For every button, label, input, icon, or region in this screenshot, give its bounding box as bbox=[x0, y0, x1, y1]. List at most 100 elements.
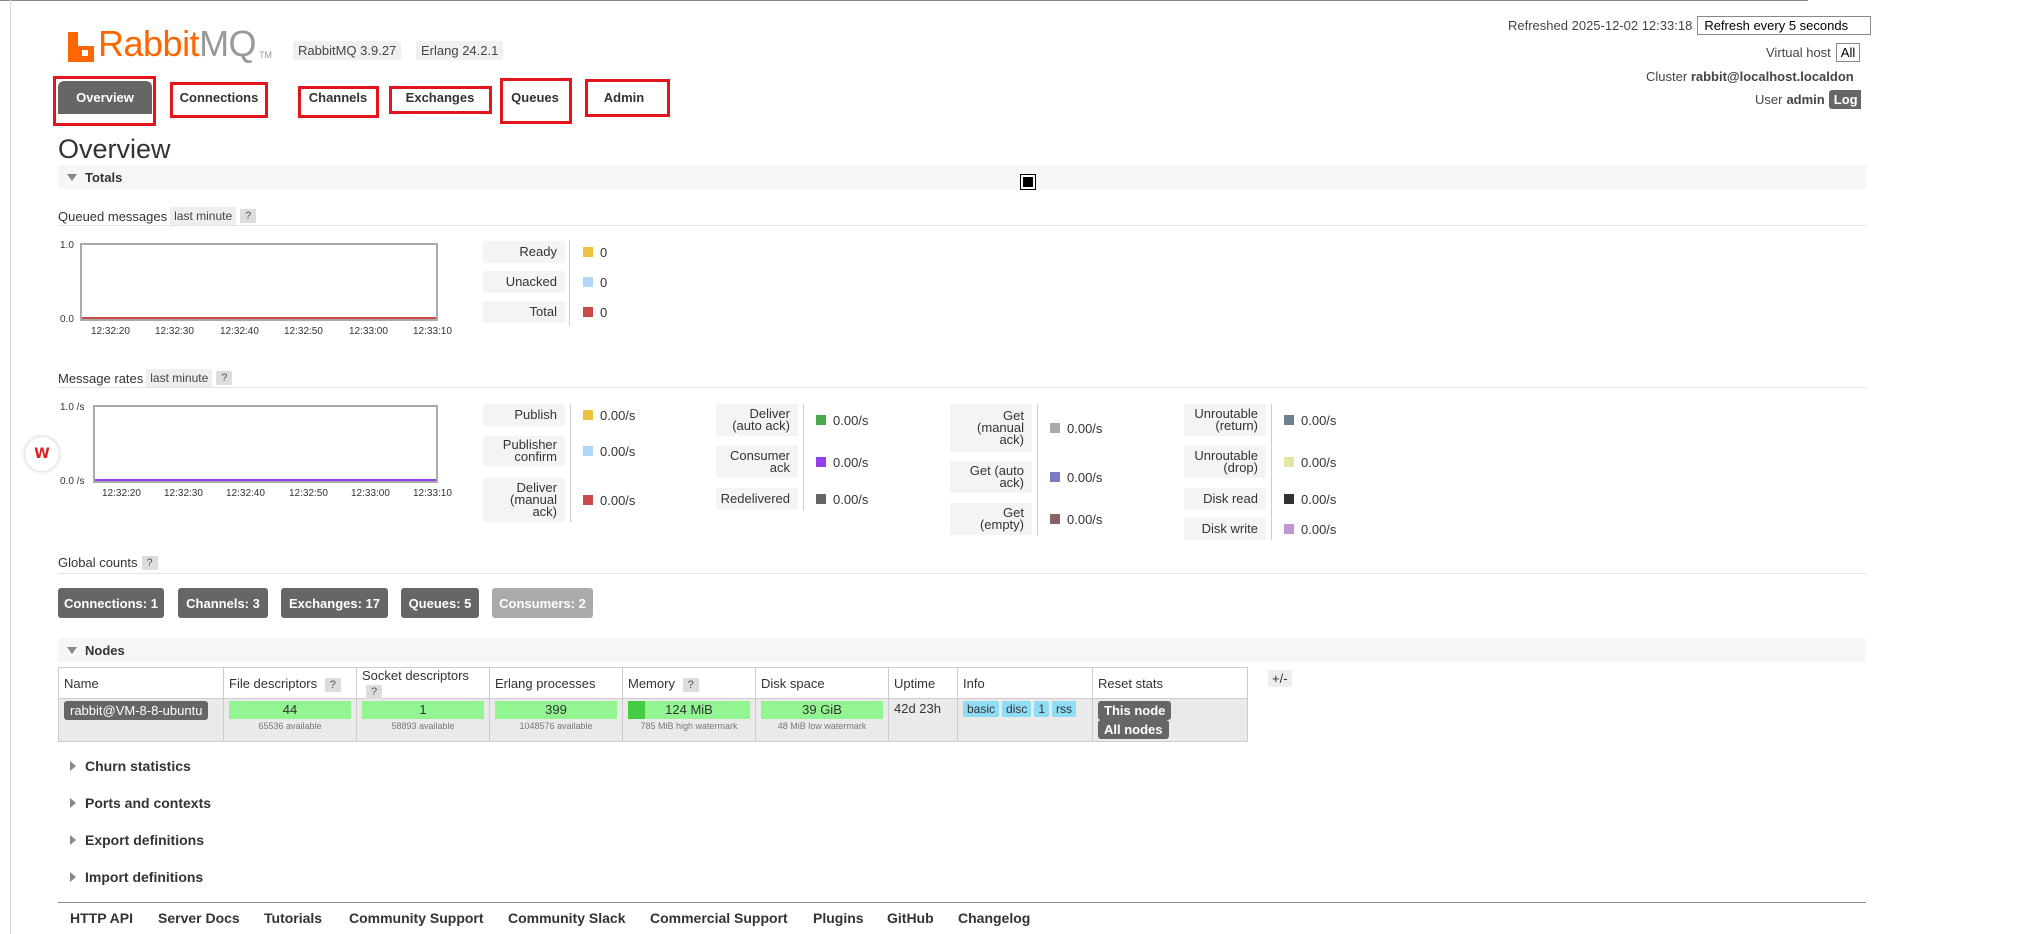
legend-swatch-icon bbox=[1284, 524, 1294, 534]
queued-range-chip[interactable]: last minute bbox=[170, 207, 237, 225]
legend-value: 0.00/s bbox=[816, 404, 868, 436]
user-info: User admin Log bbox=[1755, 90, 1861, 109]
footer-link-commercial-support[interactable]: Commercial Support bbox=[650, 910, 788, 926]
fd-value: 44 bbox=[229, 701, 351, 719]
queued-y-min: 0.0 bbox=[60, 314, 74, 325]
queued-series-line bbox=[82, 317, 436, 319]
footer-link-tutorials[interactable]: Tutorials bbox=[264, 910, 322, 926]
footer-link-changelog[interactable]: Changelog bbox=[958, 910, 1030, 926]
queues-count-button[interactable]: Queues: 5 bbox=[401, 588, 479, 618]
columns-toggle-button[interactable]: +/- bbox=[1268, 670, 1292, 687]
legend-value: 0.00/s bbox=[1284, 446, 1336, 478]
logo-text-rabbit: Rabbit bbox=[98, 23, 200, 64]
ep-available: 1048576 available bbox=[519, 721, 593, 731]
col-file-descriptors: File descriptors ? bbox=[223, 667, 357, 699]
collapsed-triangle-icon bbox=[70, 835, 76, 845]
legend-label: Consumer ack bbox=[716, 446, 798, 478]
disk-watermark: 48 MiB low watermark bbox=[777, 721, 867, 731]
divider bbox=[58, 387, 1866, 388]
tab-admin[interactable]: Admin bbox=[586, 81, 662, 114]
vhost-select[interactable]: All bbox=[1835, 43, 1860, 62]
rabbitmq-logo[interactable]: RabbitMQ TM bbox=[68, 18, 272, 62]
queued-help-button[interactable]: ? bbox=[240, 209, 257, 223]
legend-label: Ready bbox=[483, 241, 565, 263]
legend-label: Get (auto ack) bbox=[950, 461, 1032, 493]
ports-and-contexts-section[interactable]: Ports and contexts bbox=[58, 795, 211, 811]
footer-link-plugins[interactable]: Plugins bbox=[813, 910, 864, 926]
footer-link-github[interactable]: GitHub bbox=[887, 910, 934, 926]
legend-swatch-icon bbox=[1284, 415, 1294, 425]
legend-value-text: 0.00/s bbox=[1301, 454, 1337, 470]
collapsed-triangle-icon bbox=[70, 872, 76, 882]
totals-header[interactable]: Totals bbox=[58, 165, 1866, 189]
queued-messages-label-row: Queued messages last minute ? bbox=[58, 207, 257, 225]
col-reset-stats: Reset stats bbox=[1092, 667, 1248, 699]
legend-swatch-icon bbox=[816, 457, 826, 467]
footer-link-http-api[interactable]: HTTP API bbox=[70, 910, 133, 926]
tab-overview[interactable]: Overview bbox=[58, 81, 152, 114]
footer-link-community-slack[interactable]: Community Slack bbox=[508, 910, 625, 926]
export-definitions-section[interactable]: Export definitions bbox=[58, 832, 204, 848]
legend-label: Deliver (auto ack) bbox=[716, 404, 798, 436]
node-name-link[interactable]: rabbit@VM-8-8-ubuntu bbox=[64, 701, 209, 720]
mem-help-button[interactable]: ? bbox=[682, 677, 699, 692]
legend-swatch-icon bbox=[583, 307, 593, 317]
footer-line bbox=[58, 902, 1866, 903]
tab-connections[interactable]: Connections bbox=[170, 81, 268, 114]
legend-value-text: 0.00/s bbox=[1301, 491, 1337, 507]
footer-link-server-docs[interactable]: Server Docs bbox=[158, 910, 240, 926]
global-help-button[interactable]: ? bbox=[141, 555, 158, 570]
fd-available: 65536 available bbox=[258, 721, 322, 731]
divider bbox=[58, 225, 1866, 226]
global-counts-label: Global counts bbox=[58, 555, 138, 570]
tab-exchanges[interactable]: Exchanges bbox=[390, 81, 490, 114]
x-tick-label: 12:32:30 bbox=[164, 488, 203, 499]
sd-help-button[interactable]: ? bbox=[366, 685, 383, 699]
info-cell: basic disc 1 rss bbox=[957, 698, 1093, 742]
tab-queues[interactable]: Queues bbox=[500, 81, 570, 114]
fd-help-button[interactable]: ? bbox=[324, 677, 341, 692]
rates-help-button[interactable]: ? bbox=[216, 371, 233, 385]
import-definitions-section[interactable]: Import definitions bbox=[58, 869, 203, 885]
nodes-header[interactable]: Nodes bbox=[58, 638, 1866, 662]
refresh-interval-select[interactable]: Refresh every 5 seconds bbox=[1697, 16, 1872, 35]
logo-tm: TM bbox=[259, 50, 273, 60]
churn-statistics-section[interactable]: Churn statistics bbox=[58, 758, 191, 774]
expand-triangle-icon bbox=[67, 173, 77, 181]
legend-label: Publish bbox=[483, 404, 565, 426]
tab-channels[interactable]: Channels bbox=[298, 81, 378, 114]
legend-label: Disk write bbox=[1184, 518, 1266, 540]
global-counts-label-row: Global counts ? bbox=[58, 555, 158, 570]
totals-title: Totals bbox=[85, 169, 123, 185]
wps-floating-icon[interactable]: W bbox=[25, 437, 59, 471]
legend-separator bbox=[803, 404, 804, 510]
reset-all-nodes-button[interactable]: All nodes bbox=[1098, 720, 1169, 739]
channels-count-button[interactable]: Channels: 3 bbox=[178, 588, 268, 618]
user-name: admin bbox=[1786, 92, 1825, 107]
logout-button[interactable]: Log bbox=[1828, 90, 1861, 109]
legend-value-text: 0.00/s bbox=[600, 443, 636, 459]
info-tag-count: 1 bbox=[1034, 701, 1050, 717]
consumers-count-button[interactable]: Consumers: 2 bbox=[492, 588, 593, 618]
connections-count-button[interactable]: Connections: 1 bbox=[58, 588, 164, 618]
legend-value-text: 0.00/s bbox=[1067, 511, 1103, 527]
x-tick-label: 12:33:00 bbox=[349, 326, 388, 337]
message-rates-chart bbox=[93, 405, 438, 483]
rates-range-chip[interactable]: last minute bbox=[146, 369, 213, 387]
reset-this-node-button[interactable]: This node bbox=[1098, 701, 1172, 720]
nodes-table: Name File descriptors ? Socket descripto… bbox=[58, 667, 1248, 742]
legend-value: 0.00/s bbox=[1284, 518, 1336, 540]
col-info: Info bbox=[957, 667, 1093, 699]
legend-value-text: 0.00/s bbox=[1301, 412, 1337, 428]
legend-separator bbox=[570, 404, 571, 522]
collapsed-triangle-icon bbox=[70, 761, 76, 771]
queued-y-max: 1.0 bbox=[60, 240, 74, 251]
col-uptime: Uptime bbox=[888, 667, 958, 699]
footer-link-community-support[interactable]: Community Support bbox=[349, 910, 484, 926]
legend-swatch-icon bbox=[583, 495, 593, 505]
rabbitmq-version: RabbitMQ 3.9.27 bbox=[293, 41, 402, 60]
message-rates-label: Message rates bbox=[58, 370, 144, 386]
legend-label: Deliver (manual ack) bbox=[483, 478, 565, 522]
uptime-cell: 42d 23h bbox=[888, 698, 958, 742]
exchanges-count-button[interactable]: Exchanges: 17 bbox=[281, 588, 388, 618]
